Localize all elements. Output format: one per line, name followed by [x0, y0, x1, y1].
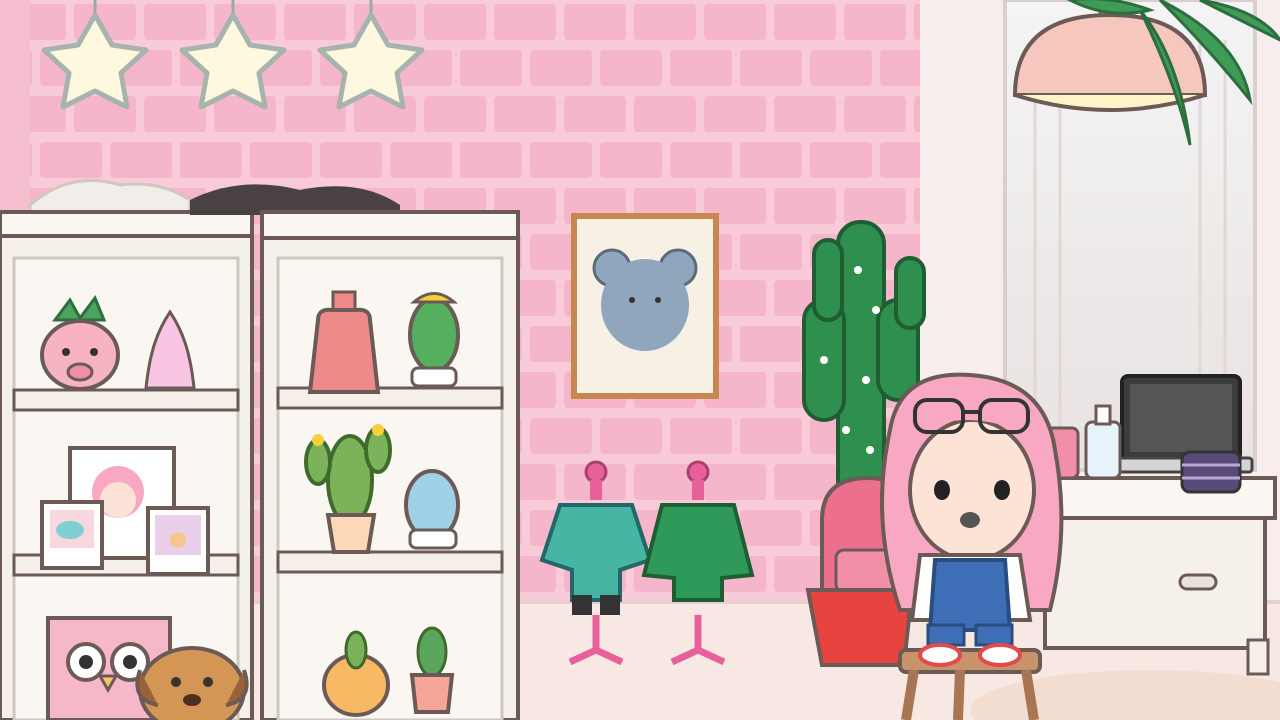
mouse-poster[interactable] — [571, 213, 719, 399]
polaroid-palm[interactable] — [146, 506, 210, 576]
desk[interactable] — [1033, 476, 1277, 676]
tape-rolls[interactable] — [1180, 450, 1242, 494]
game-scene — [0, 0, 1280, 720]
galaxy-egg-figure[interactable] — [404, 469, 460, 550]
polaroid-macarons[interactable] — [40, 500, 104, 570]
cactus-egg-figure[interactable] — [408, 292, 460, 388]
